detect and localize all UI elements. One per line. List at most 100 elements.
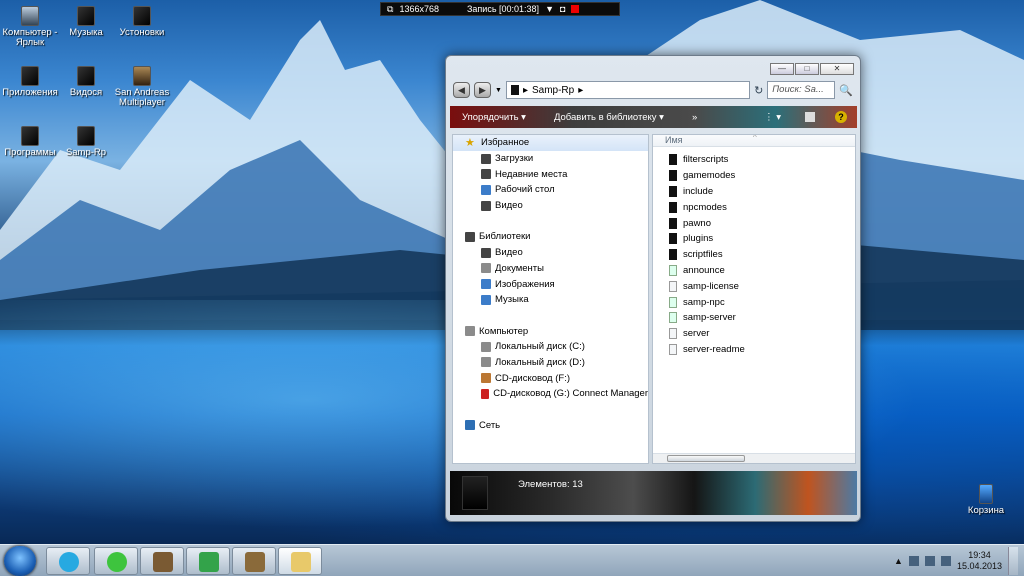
- organize-button[interactable]: Упорядочить ▾: [462, 112, 526, 123]
- taskbar-samp-2[interactable]: [232, 547, 276, 575]
- file-row[interactable]: scriptfiles: [653, 247, 855, 263]
- help-icon[interactable]: ?: [835, 111, 847, 123]
- desktop-icon-samp[interactable]: San Andreas Multiplayer: [112, 66, 172, 108]
- nav-video[interactable]: Видео: [453, 198, 648, 214]
- desktop-icon-videos[interactable]: Видося: [56, 66, 116, 98]
- icq-icon: [107, 552, 127, 572]
- nav-desktop[interactable]: Рабочий стол: [453, 182, 648, 198]
- address-bar[interactable]: ▸ Samp-Rp ▸: [505, 81, 751, 99]
- file-row[interactable]: npcmodes: [653, 199, 855, 215]
- nav-network[interactable]: Сеть: [453, 417, 648, 433]
- minimize-button[interactable]: —: [770, 63, 794, 75]
- app-icon: [669, 264, 677, 276]
- volume-icon[interactable]: [940, 556, 951, 566]
- window-icon[interactable]: ⧉: [387, 4, 393, 15]
- desktop-icon-installs[interactable]: Устоновки: [112, 6, 172, 38]
- samp-icon: [153, 552, 173, 572]
- nav-libraries[interactable]: Библиотеки: [453, 229, 648, 245]
- taskbar-icq[interactable]: [94, 547, 138, 575]
- desktop-icon-computer[interactable]: Компьютер - Ярлык: [0, 6, 60, 48]
- file-row[interactable]: announce: [653, 263, 855, 279]
- file-row[interactable]: gamemodes: [653, 168, 855, 184]
- folder-preview-icon: [462, 476, 488, 510]
- nav-drive-c[interactable]: Локальный диск (C:): [453, 339, 648, 355]
- file-list: Имя filterscripts gamemodes include npcm…: [652, 134, 856, 464]
- navigation-pane: ★ Избранное Загрузки Недавние места Рабоч…: [452, 134, 649, 464]
- camera-icon[interactable]: ◘: [560, 4, 565, 14]
- refresh-icon[interactable]: ↻: [754, 84, 763, 97]
- desktop-icon-samp-rp[interactable]: Samp-Rp: [56, 126, 116, 158]
- music-icon: [481, 294, 491, 305]
- nav-computer[interactable]: Компьютер: [453, 323, 648, 339]
- more-button[interactable]: »: [692, 112, 697, 123]
- file-icon: [669, 280, 677, 292]
- skype-icon: [59, 552, 79, 572]
- stop-icon[interactable]: [571, 5, 580, 13]
- file-row[interactable]: include: [653, 184, 855, 200]
- network-icon: [465, 420, 475, 431]
- folder-icon: [77, 126, 95, 146]
- chevron-right-icon: ▸: [522, 84, 528, 96]
- show-hidden-icons-icon[interactable]: ▲: [894, 556, 903, 566]
- history-dropdown-icon[interactable]: ▼: [495, 87, 502, 94]
- search-icon[interactable]: 🔍: [839, 84, 853, 97]
- file-row[interactable]: samp-npc: [653, 294, 855, 310]
- nav-drive-f[interactable]: CD-дисковод (F:): [453, 370, 648, 386]
- nav-recent[interactable]: Недавние места: [453, 166, 648, 182]
- folder-icon: [21, 126, 39, 146]
- file-row[interactable]: samp-license: [653, 278, 855, 294]
- nav-drive-g[interactable]: CD-дисковод (G:) Connect Manager: [453, 386, 648, 402]
- taskbar-samp[interactable]: [140, 547, 184, 575]
- video-library-icon: [481, 247, 491, 258]
- desktop-icon-music[interactable]: Музыка: [56, 6, 116, 38]
- desktop-icon-apps[interactable]: Приложения: [0, 66, 60, 98]
- folder-icon: [21, 66, 39, 86]
- file-row[interactable]: server: [653, 326, 855, 342]
- show-desktop-button[interactable]: [1008, 547, 1018, 575]
- recorder-status: Запись [00:01:38]: [466, 4, 540, 14]
- file-row[interactable]: pawno: [653, 215, 855, 231]
- taskbar-skype[interactable]: [46, 547, 90, 575]
- computer-icon: [465, 326, 475, 337]
- file-row[interactable]: server-readme: [653, 342, 855, 358]
- add-to-library-button[interactable]: Добавить в библиотеку ▾: [554, 112, 664, 123]
- preview-pane-icon[interactable]: [805, 112, 815, 122]
- close-button[interactable]: ✕: [820, 63, 854, 75]
- start-button[interactable]: [4, 546, 36, 576]
- nav-favorites[interactable]: ★ Избранное: [453, 135, 648, 151]
- window-controls: — □ ✕: [770, 63, 854, 75]
- desktop-icon-programs[interactable]: Программы: [0, 126, 60, 158]
- horizontal-scrollbar[interactable]: [653, 453, 855, 463]
- folder-icon: [669, 233, 677, 245]
- taskbar-connect-manager[interactable]: [186, 547, 230, 575]
- nav-lib-music[interactable]: Музыка: [453, 292, 648, 308]
- network-icon[interactable]: [924, 556, 935, 566]
- desktop-icon-recycle-bin[interactable]: Корзина: [956, 484, 1016, 516]
- scrollbar-thumb[interactable]: [667, 455, 745, 462]
- flag-icon[interactable]: [908, 556, 919, 566]
- nav-lib-images[interactable]: Изображения: [453, 276, 648, 292]
- samp-icon: [245, 552, 265, 572]
- nav-lib-documents[interactable]: Документы: [453, 261, 648, 277]
- details-pane: Элементов: 13: [450, 471, 857, 515]
- file-row[interactable]: plugins: [653, 231, 855, 247]
- nav-drive-d[interactable]: Локальный диск (D:): [453, 355, 648, 371]
- view-options-icon[interactable]: ⋮ ▾: [764, 112, 781, 123]
- samp-icon: [133, 66, 151, 86]
- column-header-name[interactable]: Имя: [653, 135, 855, 147]
- file-row[interactable]: filterscripts: [653, 152, 855, 168]
- nav-lib-video[interactable]: Видео: [453, 245, 648, 261]
- clock[interactable]: 19:34 15.04.2013: [957, 550, 1002, 572]
- recycle-bin-icon: [979, 484, 993, 504]
- nav-downloads[interactable]: Загрузки: [453, 151, 648, 167]
- dropdown-icon[interactable]: ▼: [545, 4, 554, 14]
- file-icon: [669, 328, 677, 340]
- breadcrumb[interactable]: Samp-Rp: [532, 85, 574, 96]
- forward-button[interactable]: ▶: [474, 82, 491, 98]
- taskbar-explorer[interactable]: [278, 547, 322, 575]
- folder-icon: [481, 200, 491, 211]
- search-input[interactable]: Поиск: Sa...: [767, 81, 836, 99]
- file-row[interactable]: samp-server: [653, 310, 855, 326]
- maximize-button[interactable]: □: [795, 63, 819, 75]
- back-button[interactable]: ◀: [453, 82, 470, 98]
